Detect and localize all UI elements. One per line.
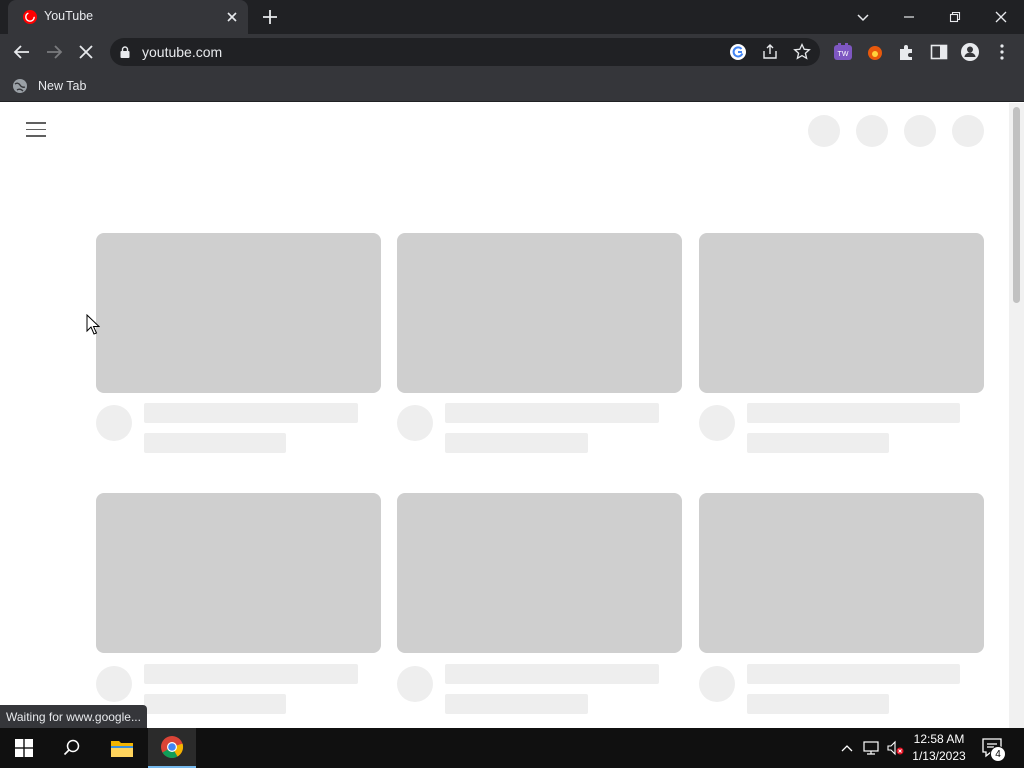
video-title-placeholder	[747, 403, 960, 423]
channel-avatar-placeholder	[96, 666, 132, 702]
video-title-placeholder	[144, 664, 358, 684]
extensions-puzzle-icon[interactable]	[896, 41, 918, 63]
forward-arrow-icon[interactable]	[42, 40, 66, 64]
header-placeholder-circle	[904, 115, 936, 147]
video-meta-placeholder	[144, 694, 286, 714]
channel-avatar-placeholder	[397, 405, 433, 441]
extension-fox-icon[interactable]	[864, 41, 886, 63]
video-meta-placeholder	[747, 433, 889, 453]
page-scrollbar[interactable]	[1009, 103, 1024, 728]
video-title-placeholder	[747, 664, 960, 684]
folder-icon	[111, 741, 133, 757]
video-thumbnail-placeholder	[397, 233, 682, 393]
stop-loading-icon[interactable]	[74, 40, 98, 64]
clock-time: 12:58 AM	[913, 732, 965, 746]
profile-icon[interactable]	[959, 41, 981, 63]
video-meta-placeholder	[144, 433, 286, 453]
back-arrow-icon[interactable]	[10, 40, 34, 64]
video-thumbnail-placeholder	[699, 233, 984, 393]
windows-taskbar: 12:58 AM 1/13/2023 4	[0, 728, 1024, 768]
scrollbar-thumb[interactable]	[1013, 107, 1020, 303]
windows-logo-icon	[15, 739, 33, 757]
header-placeholder-circle	[952, 115, 984, 147]
video-title-placeholder	[144, 403, 358, 423]
extension-tw-icon[interactable]: TW	[832, 41, 854, 63]
clock-date: 1/13/2023	[912, 749, 966, 763]
youtube-icon	[23, 10, 37, 24]
tab-title: YouTube	[44, 9, 94, 23]
youtube-page	[0, 103, 1024, 728]
volume-muted-icon[interactable]	[886, 739, 904, 757]
tab-youtube[interactable]: YouTube	[8, 0, 248, 34]
chrome-taskbar-button[interactable]	[148, 728, 196, 768]
bookmark-star-icon[interactable]	[792, 42, 812, 62]
bookmark-label: New Tab	[38, 79, 87, 93]
video-meta-placeholder	[445, 433, 588, 453]
header-placeholder-circle	[856, 115, 888, 147]
notification-count-badge: 4	[990, 746, 1006, 762]
mouse-cursor-icon	[86, 314, 100, 335]
video-thumbnail-placeholder	[699, 493, 984, 653]
system-clock[interactable]: 12:58 AM 1/13/2023	[906, 731, 972, 765]
search-icon	[63, 739, 80, 756]
lock-icon[interactable]	[118, 45, 132, 59]
globe-icon	[13, 79, 27, 93]
video-title-placeholder	[445, 664, 659, 684]
channel-avatar-placeholder	[699, 666, 735, 702]
browser-toolbar: youtube.com TW	[0, 34, 1024, 70]
video-thumbnail-placeholder	[397, 493, 682, 653]
video-meta-placeholder	[445, 694, 588, 714]
video-thumbnail-placeholder	[96, 233, 381, 393]
network-icon[interactable]	[862, 739, 880, 757]
bookmarks-bar: New Tab	[0, 70, 1024, 102]
start-button[interactable]	[0, 728, 48, 768]
side-panel-icon[interactable]	[928, 41, 950, 63]
status-bubble: Waiting for www.google...	[0, 705, 147, 729]
more-menu-icon[interactable]	[991, 41, 1013, 63]
header-placeholder-circle	[808, 115, 840, 147]
video-title-placeholder	[445, 403, 659, 423]
svg-text:TW: TW	[838, 51, 849, 58]
channel-avatar-placeholder	[699, 405, 735, 441]
chevron-up-icon[interactable]	[838, 739, 856, 757]
restore-icon[interactable]	[943, 5, 967, 29]
share-icon[interactable]	[760, 42, 780, 62]
menu-icon[interactable]	[26, 122, 46, 138]
new-tab-icon[interactable]	[260, 7, 280, 27]
close-tab-icon[interactable]	[224, 9, 240, 25]
url-text: youtube.com	[142, 44, 223, 60]
channel-avatar-placeholder	[96, 405, 132, 441]
minimize-icon[interactable]	[897, 5, 921, 29]
bookmark-new-tab[interactable]: New Tab	[12, 75, 86, 97]
tab-strip: YouTube	[0, 0, 1024, 34]
file-explorer-button[interactable]	[98, 728, 146, 768]
close-window-icon[interactable]	[989, 5, 1013, 29]
channel-avatar-placeholder	[397, 666, 433, 702]
video-meta-placeholder	[747, 694, 889, 714]
video-thumbnail-placeholder	[96, 493, 381, 653]
search-button[interactable]	[48, 728, 96, 768]
address-bar[interactable]: youtube.com	[110, 38, 820, 66]
google-icon[interactable]	[728, 42, 748, 62]
chrome-icon	[161, 736, 184, 758]
chevron-down-icon[interactable]	[851, 5, 875, 29]
